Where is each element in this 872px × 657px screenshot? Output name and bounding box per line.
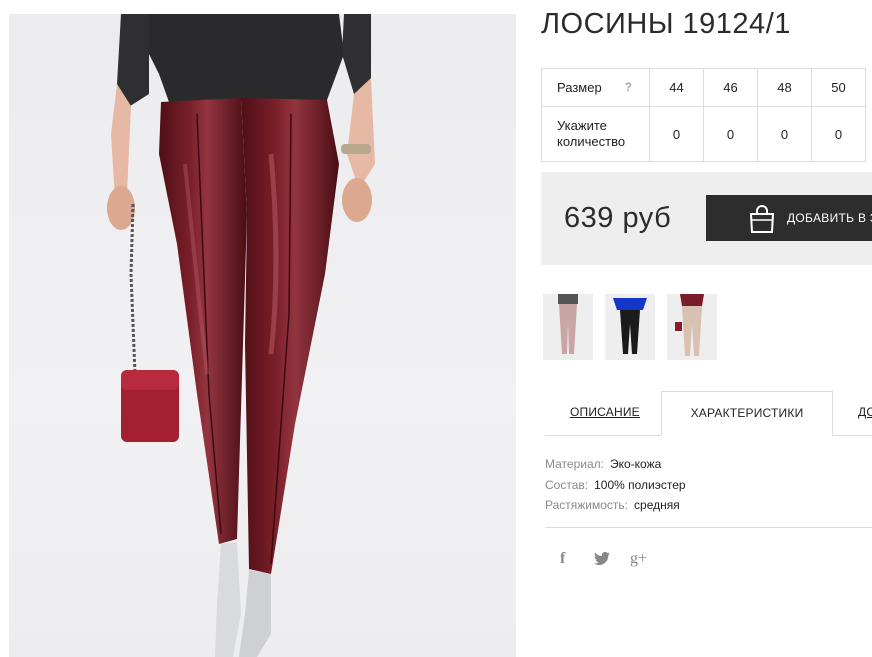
add-to-cart-label: ДОБАВИТЬ В З	[787, 211, 872, 225]
spec-material: Материал: Эко-кожа	[545, 454, 686, 475]
size-help-icon[interactable]: ?	[625, 80, 632, 94]
shopping-bag-icon	[749, 205, 775, 233]
spec-stretch: Растяжимость: средняя	[545, 495, 686, 516]
thumbnail-3[interactable]	[667, 294, 717, 360]
tab-description[interactable]: ОПИСАНИЕ	[570, 405, 640, 419]
size-44: 44	[649, 68, 704, 107]
product-title: ЛОСИНЫ 19124/1	[541, 8, 791, 40]
spec-composition-value: 100% полиэстер	[594, 477, 686, 492]
product-tabs: ОПИСАНИЕ ХАРАКТЕРИСТИКИ ДО	[545, 391, 872, 436]
spec-stretch-value: средняя	[634, 498, 680, 512]
specs-list: Материал: Эко-кожа Состав: 100% полиэстер …	[545, 454, 686, 516]
quantity-input-46[interactable]: 0	[703, 106, 758, 162]
thumbnail-1-image	[543, 294, 593, 360]
facebook-icon[interactable]: f	[560, 550, 565, 568]
price-panel: 639 руб ДОБАВИТЬ В З	[541, 172, 872, 265]
product-price: 639 руб	[564, 202, 672, 234]
size-48: 48	[757, 68, 812, 107]
twitter-bird-shape	[594, 551, 610, 565]
quantity-input-44[interactable]: 0	[649, 106, 704, 162]
tab-characteristics-label: ХАРАКТЕРИСТИКИ	[690, 406, 804, 420]
spec-material-key: Материал:	[545, 457, 604, 471]
size-50: 50	[811, 68, 866, 107]
thumbnail-3-image	[667, 294, 717, 360]
googleplus-icon[interactable]: g+	[630, 550, 647, 568]
spec-stretch-key: Растяжимость:	[545, 498, 629, 512]
quantity-input-50[interactable]: 0	[811, 106, 866, 162]
quantity-label-line1: Укажите	[557, 118, 607, 133]
quantity-input-48[interactable]: 0	[757, 106, 812, 162]
size-label: Размер	[557, 80, 602, 95]
spec-composition: Состав: 100% полиэстер	[545, 475, 686, 496]
quantity-label-cell: Укажите количество	[541, 106, 650, 162]
size-46: 46	[703, 68, 758, 107]
thumbnail-2-image	[605, 294, 655, 360]
spec-material-value: Эко-кожа	[609, 457, 662, 471]
quantity-label-line2: количество	[557, 134, 626, 149]
thumbnail-2[interactable]	[605, 294, 655, 360]
specs-divider	[545, 527, 872, 528]
thumbnail-1[interactable]	[543, 294, 593, 360]
tab-delivery[interactable]: ДО	[858, 405, 872, 419]
model-illustration	[107, 14, 375, 657]
tab-characteristics[interactable]: ХАРАКТЕРИСТИКИ	[661, 391, 833, 436]
product-main-image[interactable]	[9, 14, 516, 657]
add-to-cart-button[interactable]: ДОБАВИТЬ В З	[706, 195, 872, 241]
size-quantity-table: Размер ? 44 46 48 50 Укажите количество …	[541, 68, 866, 162]
spec-composition-key: Состав:	[545, 477, 589, 492]
size-label-cell: Размер ?	[541, 68, 650, 107]
twitter-icon[interactable]	[594, 551, 610, 570]
